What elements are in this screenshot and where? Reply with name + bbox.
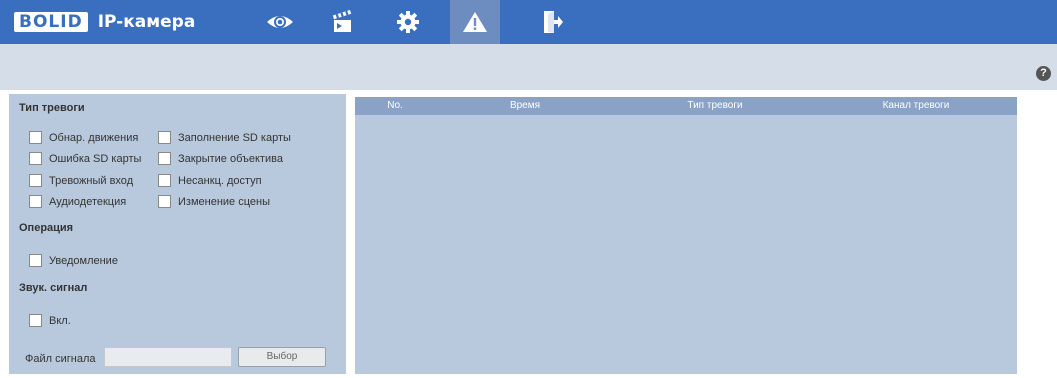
nav-alarm[interactable] xyxy=(450,0,500,44)
checkbox-scene-change[interactable]: Изменение сцены xyxy=(158,195,270,208)
checkbox-label: Заполнение SD карты xyxy=(178,131,291,144)
checkbox-label: Тревожный вход xyxy=(49,174,134,187)
table-header: No. Время Тип тревоги Канал тревоги xyxy=(355,97,1017,115)
checkbox-box[interactable] xyxy=(158,131,171,144)
column-header-alarm-type: Тип тревоги xyxy=(687,100,743,111)
checkbox-box[interactable] xyxy=(29,174,42,187)
help-icon[interactable]: ? xyxy=(1036,66,1051,81)
checkbox-box[interactable] xyxy=(29,254,42,267)
checkbox-label: Закрытие объектива xyxy=(178,152,283,165)
checkbox-alarm-input[interactable]: Тревожный вход xyxy=(29,174,133,187)
checkbox-box[interactable] xyxy=(29,152,42,165)
column-header-no: No. xyxy=(387,100,403,111)
checkbox-label: Ошибка SD карты xyxy=(49,152,142,165)
checkbox-lens-cover[interactable]: Закрытие объектива xyxy=(158,152,283,165)
sound-file-field[interactable] xyxy=(104,347,232,367)
checkbox-sound-enable[interactable]: Вкл. xyxy=(29,314,71,327)
column-header-alarm-channel: Канал тревоги xyxy=(882,100,950,111)
nav-live-view[interactable] xyxy=(255,0,305,44)
clapperboard-icon xyxy=(332,10,352,32)
nav-playback[interactable] xyxy=(318,0,368,44)
logo-brand: BOLID xyxy=(14,12,88,32)
checkbox-label: Аудиодетекция xyxy=(49,195,127,208)
checkbox-box[interactable] xyxy=(29,195,42,208)
checkbox-audio-detect[interactable]: Аудиодетекция xyxy=(29,195,126,208)
checkbox-box[interactable] xyxy=(158,174,171,187)
checkbox-label: Вкл. xyxy=(49,314,71,327)
checkbox-box[interactable] xyxy=(29,314,42,327)
checkbox-label: Изменение сцены xyxy=(178,195,270,208)
checkbox-box[interactable] xyxy=(158,195,171,208)
exit-door-icon xyxy=(544,11,563,33)
nav-logout[interactable] xyxy=(527,0,577,44)
checkbox-sd-error[interactable]: Ошибка SD карты xyxy=(29,152,141,165)
alarm-type-title: Тип тревоги xyxy=(19,102,85,114)
gear-icon xyxy=(397,11,419,33)
logo: BOLID IP-камера xyxy=(14,11,195,33)
warning-icon xyxy=(463,12,487,32)
column-header-time: Время xyxy=(509,100,541,111)
nav-settings[interactable] xyxy=(383,0,433,44)
checkbox-motion-detect[interactable]: Обнар. движения xyxy=(29,131,138,144)
checkbox-sd-full[interactable]: Заполнение SD карты xyxy=(158,131,291,144)
eye-icon xyxy=(267,16,293,28)
sound-title: Звук. сигнал xyxy=(19,282,88,294)
sound-file-label: Файл сигнала xyxy=(25,353,96,365)
alarm-log-table: No. Время Тип тревоги Канал тревоги xyxy=(355,97,1017,374)
checkbox-notification[interactable]: Уведомление xyxy=(29,254,118,267)
operation-title: Операция xyxy=(19,222,74,234)
toolbar-strip: ? xyxy=(0,44,1057,90)
checkbox-label: Обнар. движения xyxy=(49,131,139,144)
checkbox-box[interactable] xyxy=(158,152,171,165)
alarm-settings-panel: Тип тревоги Обнар. движения Заполнение S… xyxy=(9,94,346,374)
top-navigation-bar: BOLID IP-камера xyxy=(0,0,1057,44)
checkbox-unauthorized-access[interactable]: Несанкц. доступ xyxy=(158,174,262,187)
checkbox-label: Несанкц. доступ xyxy=(178,174,262,187)
browse-button[interactable]: Выбор xyxy=(238,347,326,367)
checkbox-label: Уведомление xyxy=(49,254,118,267)
logo-product-name: IP-камера xyxy=(97,12,196,32)
checkbox-box[interactable] xyxy=(29,131,42,144)
